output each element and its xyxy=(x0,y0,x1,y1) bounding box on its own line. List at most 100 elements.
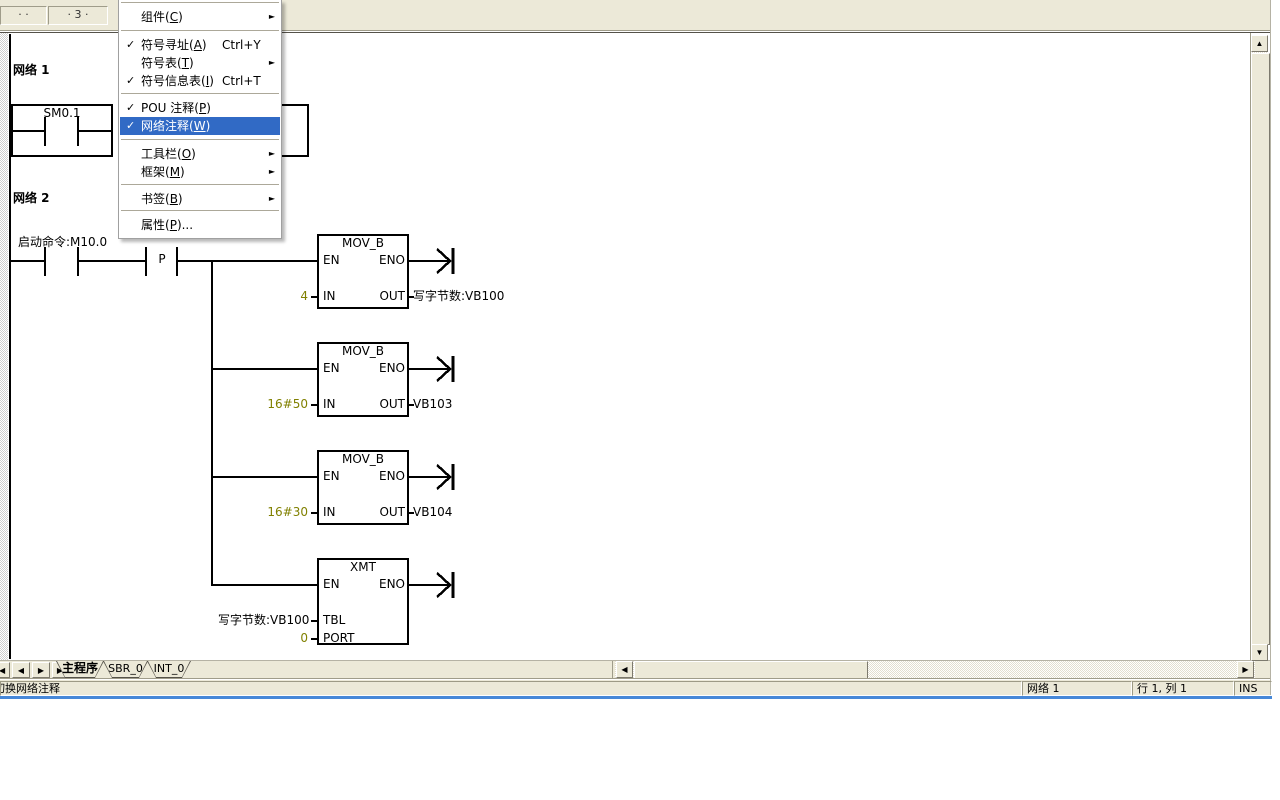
contact-start-command[interactable] xyxy=(30,240,90,280)
menu-item-label: 书签( xyxy=(141,192,170,206)
contact-sm01[interactable] xyxy=(11,104,113,157)
menu-item-mnemonic: O xyxy=(182,147,191,161)
menu-item-mnemonic: M xyxy=(170,165,180,179)
menu-item-mnemonic: C xyxy=(170,10,178,24)
submenu-arrow-icon: ► xyxy=(269,145,275,163)
menu-separator xyxy=(121,184,279,185)
menu-item-mnemonic: A xyxy=(194,38,202,52)
menu-item-label: )... xyxy=(177,218,193,232)
menu-item-symbol-info-table[interactable]: ✓ 符号信息表(I) Ctrl+T xyxy=(120,72,280,90)
tab-scroll-next-button[interactable]: ▶ xyxy=(32,662,50,678)
xmt-block[interactable] xyxy=(317,558,409,645)
menu-item-properties[interactable]: 属性(P)... xyxy=(120,216,280,234)
tab-int0[interactable]: INT_0 xyxy=(147,661,191,678)
mov-b-block-1[interactable] xyxy=(317,234,409,309)
menu-separator xyxy=(121,210,279,211)
submenu-arrow-icon: ► xyxy=(269,190,275,208)
menu-item-symbolic-addressing[interactable]: ✓ 符号寻址(A) Ctrl+Y xyxy=(120,36,280,54)
bottom-tab-row: |◀ ◀ ▶ ▶| 主程序 SBR_0 INT_0 ◀ ▶ xyxy=(0,660,1270,678)
menu-item-label: ) xyxy=(178,10,183,24)
h-scroll-left-button[interactable]: ◀ xyxy=(616,661,633,678)
mov-b-block-3[interactable] xyxy=(317,450,409,525)
menu-shortcut: Ctrl+T xyxy=(222,72,261,90)
v-scroll-up-button[interactable]: ▲ xyxy=(1251,35,1268,52)
block2-out-operand: VB103 xyxy=(413,397,452,411)
block3-out-operand: VB104 xyxy=(413,505,452,519)
menu-item-frame[interactable]: 框架(M) ► xyxy=(120,163,280,181)
block1-in-value: 4 xyxy=(238,289,308,303)
menu-item-symbol-table[interactable]: 符号表(T) ► xyxy=(120,54,280,72)
menu-item-label: POU 注释( xyxy=(141,101,199,115)
menu-item-mnemonic: W xyxy=(194,119,206,133)
menu-item-label: ) xyxy=(191,147,196,161)
contact-positive-edge[interactable] xyxy=(140,245,184,277)
menu-separator xyxy=(121,2,279,3)
v-scrollbar: ▲ ▼ xyxy=(1251,35,1268,661)
check-icon: ✓ xyxy=(126,72,135,90)
menu-item-label: 框架( xyxy=(141,165,170,179)
mov-b-block-2[interactable] xyxy=(317,342,409,417)
menu-item-toolbars[interactable]: 工具栏(O) ► xyxy=(120,145,280,163)
status-row-col-indicator: 行 1, 列 1 xyxy=(1132,681,1234,696)
menu-item-label: ) xyxy=(206,101,211,115)
status-ins-mode: INS xyxy=(1234,681,1272,696)
tab-label: 主程序 xyxy=(57,661,103,677)
editor-right-border xyxy=(1250,33,1251,660)
toolbar-left-control[interactable]: · · xyxy=(0,6,47,25)
menu-item-label: ) xyxy=(206,119,211,133)
menu-item-bookmarks[interactable]: 书签(B) ► xyxy=(120,190,280,208)
window-right-border xyxy=(1270,0,1271,696)
menu-separator xyxy=(121,30,279,31)
network2-title: 网络 2 xyxy=(13,191,50,205)
menu-item-components[interactable]: 组件(C) ► xyxy=(120,8,280,26)
menu-item-label: ) xyxy=(202,38,207,52)
menu-item-label: ) xyxy=(189,56,194,70)
block4-tbl-operand: 写字节数:VB100 xyxy=(218,613,308,627)
menu-item-mnemonic: T xyxy=(182,56,189,70)
menu-separator xyxy=(121,139,279,140)
menu-shortcut: Ctrl+Y xyxy=(222,36,261,54)
menu-item-mnemonic: P xyxy=(170,218,177,232)
network1-title: 网络 1 xyxy=(13,63,50,77)
menu-item-label: 符号信息表( xyxy=(141,74,206,88)
tab-label: INT_0 xyxy=(148,661,190,677)
tab-sbr0[interactable]: SBR_0 xyxy=(103,661,148,678)
menu-item-label: ) xyxy=(209,74,214,88)
check-icon: ✓ xyxy=(126,99,135,117)
menu-item-network-comments[interactable]: ✓ 网络注释(W) xyxy=(120,117,280,135)
submenu-arrow-icon: ► xyxy=(269,54,275,72)
menu-item-label: ) xyxy=(178,192,183,206)
menu-item-label: 组件( xyxy=(141,10,170,24)
h-scroll-right-button[interactable]: ▶ xyxy=(1237,661,1254,678)
menu-item-label: 符号寻址( xyxy=(141,38,194,52)
menu-separator xyxy=(121,93,279,94)
menu-item-label: 工具栏( xyxy=(141,147,182,161)
v-scroll-down-button[interactable]: ▼ xyxy=(1251,644,1268,661)
submenu-arrow-icon: ► xyxy=(269,163,275,181)
menu-item-label: ) xyxy=(180,165,185,179)
menu-item-label: 属性( xyxy=(141,218,170,232)
block3-in-value: 16#30 xyxy=(238,505,308,519)
block1-out-operand: 写字节数:VB100 xyxy=(413,289,504,303)
status-message: 切换网络注释 xyxy=(0,681,1022,696)
zoom-level-control[interactable]: · 3 · xyxy=(48,6,108,25)
v-scrollbar-thumb[interactable] xyxy=(1251,53,1270,645)
submenu-arrow-icon: ► xyxy=(269,8,275,26)
view-options-menu: 组件(C) ► ✓ 符号寻址(A) Ctrl+Y 符号表(T) ► ✓ 符号信息… xyxy=(118,0,282,239)
menu-item-pou-comments[interactable]: ✓ POU 注释(P) xyxy=(120,99,280,117)
status-network-indicator: 网络 1 xyxy=(1022,681,1132,696)
tab-label: SBR_0 xyxy=(104,661,147,677)
status-bar: 切换网络注释 网络 1 行 1, 列 1 INS xyxy=(0,680,1270,696)
tabrow-divider xyxy=(612,661,613,679)
tab-scroll-prev-button[interactable]: ◀ xyxy=(12,662,30,678)
editor-left-margin xyxy=(0,33,8,660)
tab-scroll-first-button[interactable]: |◀ xyxy=(0,662,10,678)
menu-item-mnemonic: B xyxy=(170,192,178,206)
window-bottom-edge xyxy=(0,696,1272,699)
menu-item-label: 符号表( xyxy=(141,56,182,70)
check-icon: ✓ xyxy=(126,117,135,135)
check-icon: ✓ xyxy=(126,36,135,54)
block4-port-value: 0 xyxy=(238,631,308,645)
block2-in-value: 16#50 xyxy=(238,397,308,411)
menu-item-label: 网络注释( xyxy=(141,119,194,133)
